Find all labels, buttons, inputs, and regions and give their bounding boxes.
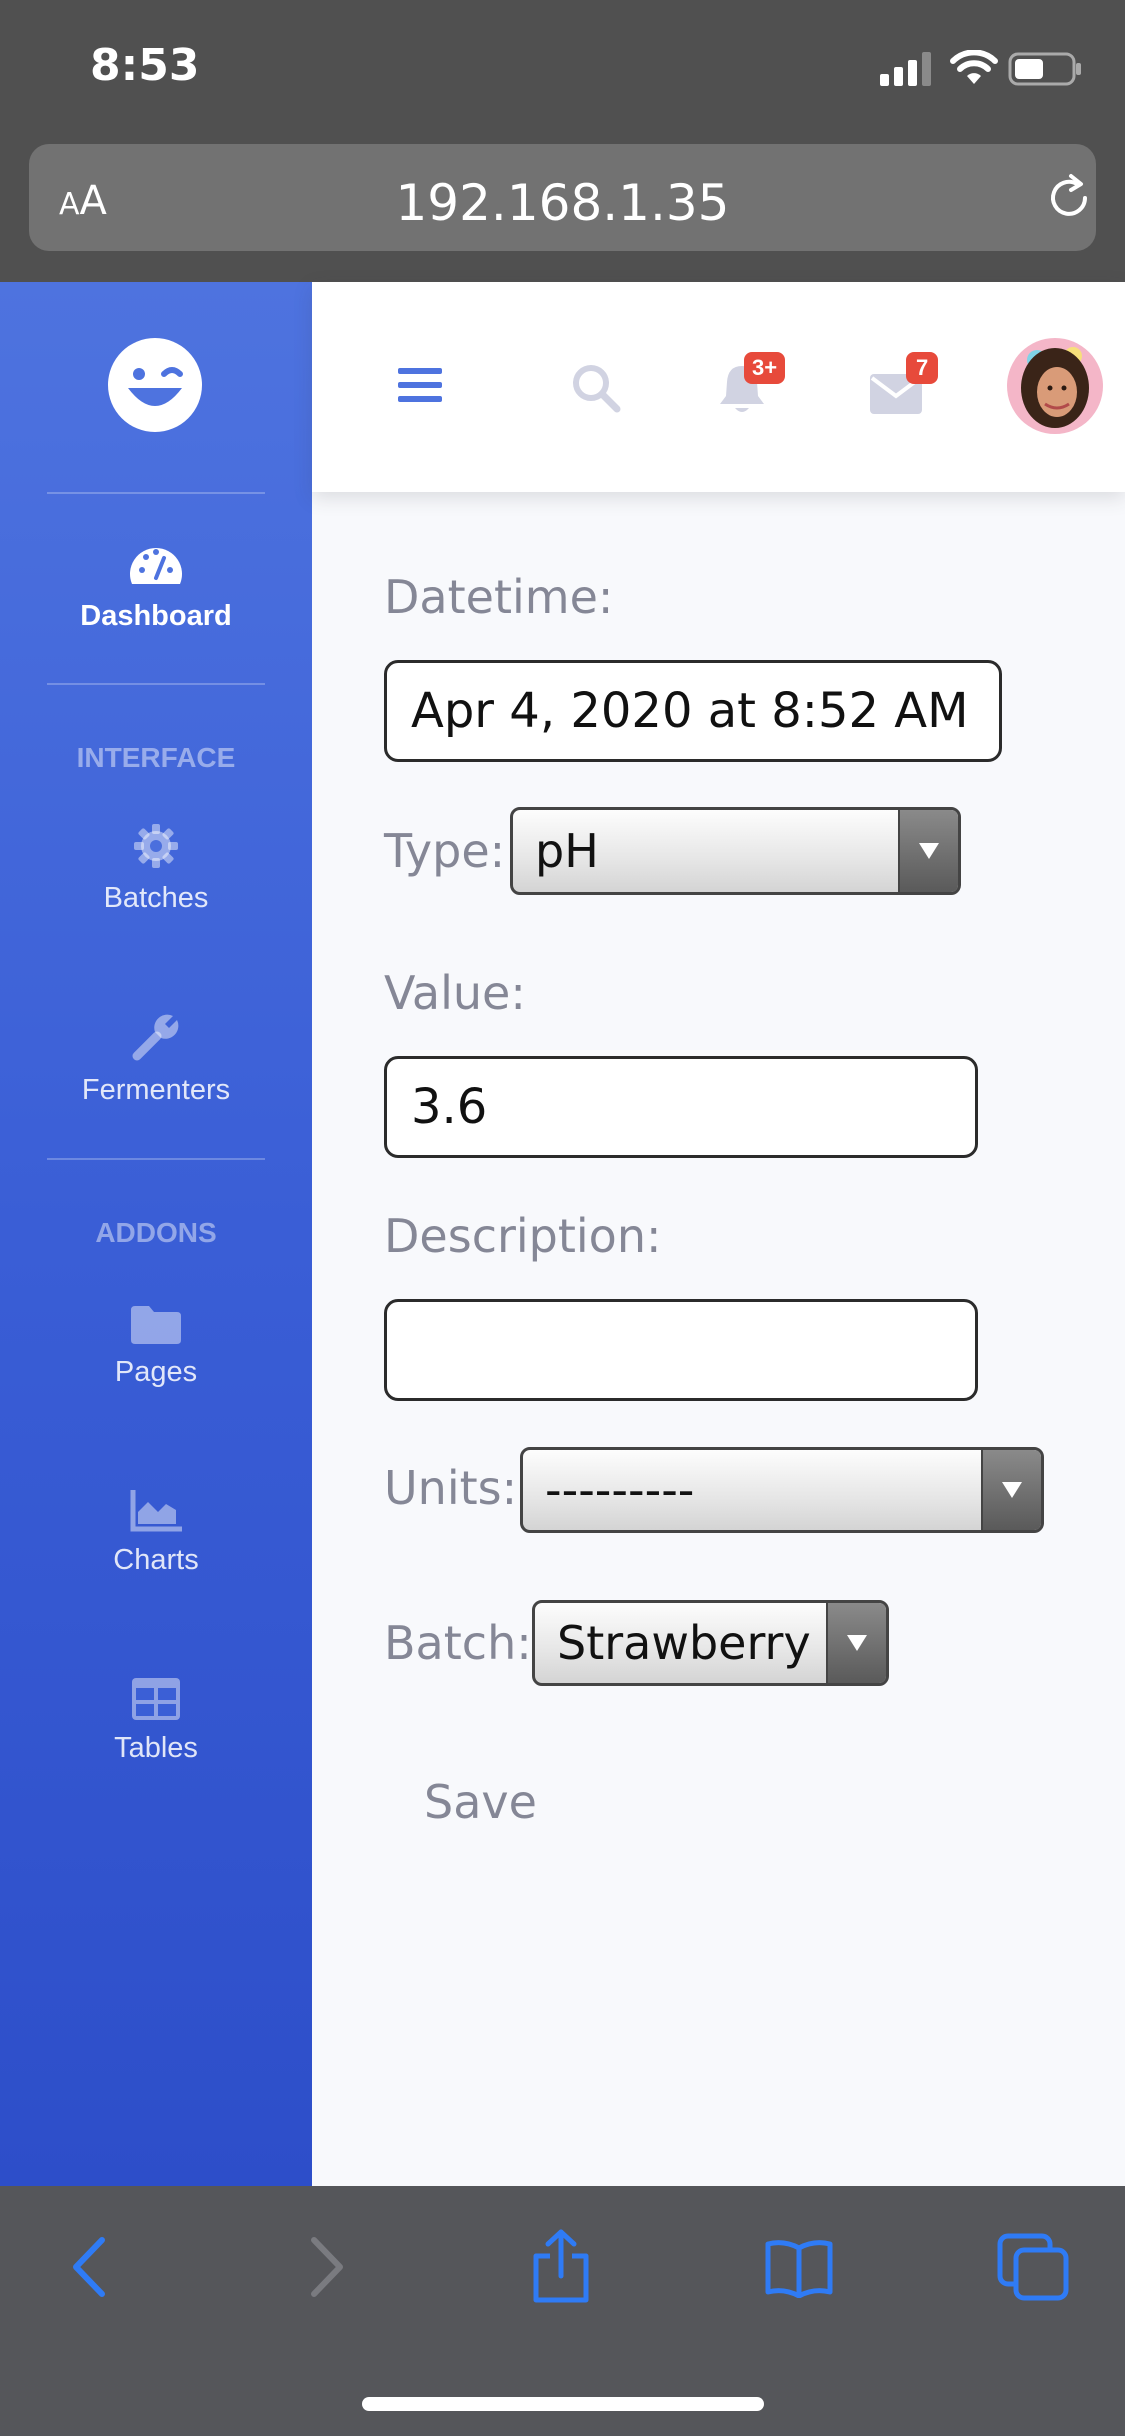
gear-icon xyxy=(134,824,178,868)
status-time: 8:53 xyxy=(90,40,200,91)
sidebar-item-dashboard[interactable]: Dashboard xyxy=(0,540,312,633)
messages-badge: 7 xyxy=(906,352,939,384)
topbar: 3+ 7 xyxy=(312,282,1125,492)
share-icon[interactable] xyxy=(530,2228,592,2304)
value-field[interactable]: 3.6 xyxy=(384,1056,978,1158)
units-select-value: --------- xyxy=(545,1463,695,1517)
select-arrow-icon xyxy=(826,1603,886,1683)
datetime-field[interactable]: Apr 4, 2020 at 8:52 AM xyxy=(384,660,1002,762)
cell-signal-icon xyxy=(880,52,931,86)
reload-icon[interactable] xyxy=(1041,170,1097,226)
sidebar-item-label: Batches xyxy=(103,882,209,914)
units-select[interactable]: --------- xyxy=(520,1447,1044,1533)
laugh-wink-logo-icon[interactable] xyxy=(106,336,204,434)
url-text[interactable]: 192.168.1.35 xyxy=(29,174,1096,232)
sidebar-divider xyxy=(47,492,265,494)
sidebar-heading-addons: ADDONS xyxy=(95,1217,217,1248)
back-icon[interactable] xyxy=(70,2236,110,2298)
sidebar-item-label: Tables xyxy=(114,1732,198,1764)
type-label: Type: xyxy=(384,824,506,878)
save-button[interactable]: Save xyxy=(424,1775,537,1829)
sidebar-item-label: Charts xyxy=(113,1544,199,1576)
forward-icon[interactable] xyxy=(306,2236,346,2298)
bookmarks-icon[interactable] xyxy=(764,2238,834,2298)
batch-select-value: Strawberry xyxy=(557,1616,811,1670)
folder-icon xyxy=(131,1306,181,1344)
sidebar-item-label: Dashboard xyxy=(80,600,232,632)
area-chart-icon xyxy=(130,1490,182,1532)
select-arrow-icon xyxy=(898,810,958,892)
tabs-icon[interactable] xyxy=(996,2232,1070,2302)
avatar-image xyxy=(1007,338,1103,434)
user-avatar[interactable] xyxy=(1007,338,1103,434)
sidebar-item-tables[interactable]: Tables xyxy=(0,1678,312,1765)
tachometer-icon xyxy=(130,548,182,584)
status-bar: 8:53 xyxy=(0,0,1125,140)
type-select-value: pH xyxy=(535,824,599,878)
home-indicator xyxy=(362,2397,764,2411)
battery-icon xyxy=(1008,52,1081,86)
sidebar-item-label: Pages xyxy=(114,1356,198,1388)
sidebar-divider xyxy=(47,683,265,685)
search-icon[interactable] xyxy=(570,362,622,414)
table-icon xyxy=(132,1678,180,1720)
hamburger-menu-icon[interactable] xyxy=(398,366,442,404)
description-label: Description: xyxy=(384,1209,662,1263)
sidebar-divider xyxy=(47,1158,265,1160)
wrench-icon xyxy=(132,1014,179,1061)
messages-dropdown[interactable]: 7 xyxy=(868,352,968,422)
type-select[interactable]: pH xyxy=(510,807,961,895)
description-field[interactable] xyxy=(384,1299,978,1401)
value-label: Value: xyxy=(384,966,526,1020)
batch-label: Batch: xyxy=(384,1616,532,1670)
select-arrow-icon xyxy=(981,1450,1041,1530)
sidebar-item-pages[interactable]: Pages xyxy=(0,1304,312,1389)
address-bar[interactable]: AA 192.168.1.35 xyxy=(29,144,1096,251)
sidebar-item-batches[interactable]: Batches xyxy=(0,822,312,915)
sidebar-heading-interface: INTERFACE xyxy=(76,742,236,773)
sidebar-item-fermenters[interactable]: Fermenters xyxy=(0,1012,312,1107)
sidebar-item-label: Fermenters xyxy=(81,1074,231,1106)
sidebar: Dashboard INTERFACE Batches Fermenters A… xyxy=(0,282,312,2186)
batch-select[interactable]: Strawberry xyxy=(532,1600,889,1686)
alerts-dropdown[interactable]: 3+ xyxy=(714,352,814,422)
alerts-badge: 3+ xyxy=(744,352,786,384)
datetime-label: Datetime: xyxy=(384,570,614,624)
browser-chrome: AA 192.168.1.35 xyxy=(0,140,1125,282)
wifi-icon xyxy=(950,50,998,84)
sidebar-item-charts[interactable]: Charts xyxy=(0,1490,312,1577)
units-label: Units: xyxy=(384,1461,518,1515)
